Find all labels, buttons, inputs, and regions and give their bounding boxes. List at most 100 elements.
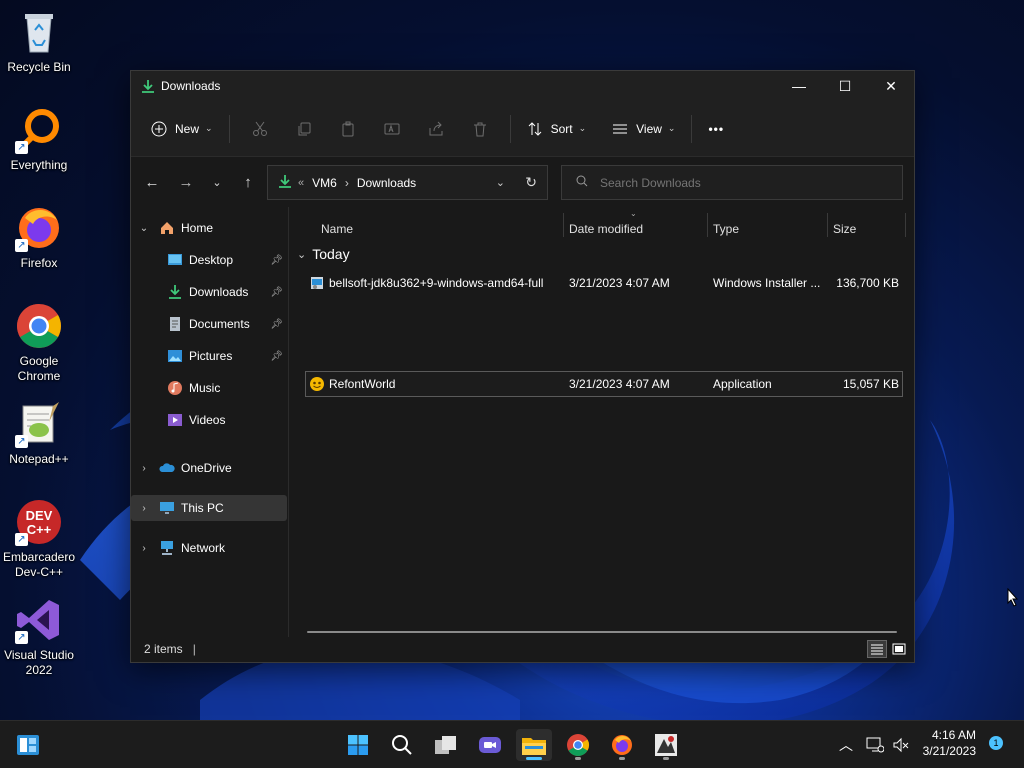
taskbar-file-explorer-button[interactable] bbox=[516, 729, 552, 761]
taskbar-chrome-button[interactable] bbox=[560, 729, 596, 761]
tiles-view-button[interactable] bbox=[889, 640, 909, 658]
sidebar-item-onedrive[interactable]: › OneDrive bbox=[131, 455, 287, 481]
search-box[interactable] bbox=[561, 165, 903, 200]
chevron-right-icon: › bbox=[142, 502, 146, 514]
refresh-icon[interactable]: ↻ bbox=[525, 174, 537, 191]
sidebar-item-desktop[interactable]: Desktop 📌︎ bbox=[131, 247, 287, 273]
rename-button[interactable] bbox=[370, 113, 414, 145]
desktop-icon-visual-studio[interactable]: ↗ Visual Studio 2022 bbox=[0, 596, 78, 678]
navigation-pane: ⌄ Home Desktop 📌︎ Downloads 📌︎ Documents… bbox=[131, 207, 289, 637]
up-arrow-icon: ↑ bbox=[244, 173, 252, 191]
horizontal-scrollbar[interactable] bbox=[307, 631, 897, 633]
sidebar-item-downloads[interactable]: Downloads 📌︎ bbox=[131, 279, 287, 305]
desktop-icon-recycle-bin[interactable]: Recycle Bin bbox=[0, 8, 78, 75]
desktop-icon-notepadpp[interactable]: ↗ Notepad++ bbox=[0, 400, 78, 467]
sidebar-item-label: Videos bbox=[189, 413, 226, 427]
file-name: RefontWorld bbox=[329, 377, 396, 391]
maximize-icon: ☐ bbox=[838, 77, 852, 94]
column-divider[interactable] bbox=[563, 213, 564, 237]
volume-tray-button[interactable] bbox=[888, 729, 914, 761]
sort-button[interactable]: Sort ⌄ bbox=[519, 113, 595, 145]
column-header-date-modified[interactable]: Date modified bbox=[569, 217, 643, 241]
overflow-crumb[interactable]: « bbox=[298, 177, 304, 189]
minimize-button[interactable]: — bbox=[776, 71, 822, 101]
column-header-type[interactable]: Type bbox=[713, 217, 739, 241]
running-indicator bbox=[575, 757, 581, 760]
new-label: New bbox=[175, 121, 200, 136]
clock-date: 3/21/2023 bbox=[922, 744, 976, 758]
notification-badge[interactable]: 1 bbox=[989, 736, 1003, 750]
new-button[interactable]: New ⌄ bbox=[143, 113, 221, 145]
view-button[interactable]: View ⌄ bbox=[604, 113, 683, 145]
desktop-icon-firefox[interactable]: ↗ Firefox bbox=[0, 204, 78, 271]
file-row[interactable]: RefontWorld 3/21/2023 4:07 AM Applicatio… bbox=[305, 371, 903, 397]
command-bar: New ⌄ Sort ⌄ View ⌄ ••• bbox=[131, 101, 914, 157]
recent-locations-button[interactable]: ⌄ bbox=[203, 167, 231, 197]
taskbar-firefox-button[interactable] bbox=[604, 729, 640, 761]
see-more-button[interactable]: ••• bbox=[700, 113, 732, 145]
breadcrumb-vm6[interactable]: VM6 bbox=[312, 176, 337, 190]
firefox-icon: ↗ bbox=[15, 204, 63, 252]
show-hidden-icons-button[interactable]: ︿ bbox=[832, 729, 860, 761]
taskbar-app-button[interactable] bbox=[648, 729, 684, 761]
search-input[interactable] bbox=[600, 175, 880, 190]
downloads-folder-icon bbox=[169, 285, 181, 299]
file-row[interactable]: bellsoft-jdk8u362+9-windows-amd64-full 3… bbox=[305, 270, 903, 296]
column-divider[interactable] bbox=[905, 213, 906, 237]
cut-button[interactable] bbox=[238, 113, 282, 145]
column-divider[interactable] bbox=[827, 213, 828, 237]
column-divider[interactable] bbox=[707, 213, 708, 237]
address-bar[interactable]: « VM6 › Downloads ⌄ ↻ bbox=[267, 165, 548, 200]
delete-icon bbox=[473, 122, 486, 136]
sidebar-item-pictures[interactable]: Pictures 📌︎ bbox=[131, 343, 287, 369]
chevron-up-icon: ︿ bbox=[839, 737, 853, 753]
pane-divider[interactable] bbox=[288, 207, 289, 637]
shortcut-arrow-icon: ↗ bbox=[15, 435, 28, 448]
sidebar-item-label: Network bbox=[181, 541, 226, 555]
desktop-icon-devcpp[interactable]: DEV C++ ↗ Embarcadero Dev-C++ bbox=[0, 498, 78, 580]
toolbar-separator bbox=[509, 114, 511, 143]
pin-icon: 📌︎ bbox=[270, 254, 283, 266]
column-header-name[interactable]: Name bbox=[321, 217, 353, 241]
clock-time: 4:16 AM bbox=[931, 728, 976, 742]
desktop-icon-everything[interactable]: ↗ Everything bbox=[0, 106, 78, 173]
column-header-size[interactable]: Size bbox=[833, 217, 856, 241]
sidebar-item-label: This PC bbox=[181, 501, 224, 515]
details-view-button[interactable] bbox=[867, 640, 887, 658]
copy-button[interactable] bbox=[282, 113, 326, 145]
sidebar-item-label: Pictures bbox=[189, 349, 233, 363]
documents-folder-icon bbox=[170, 317, 180, 331]
up-button[interactable]: ↑ bbox=[231, 167, 265, 197]
sidebar-item-documents[interactable]: Documents 📌︎ bbox=[131, 311, 287, 337]
plus-circle-icon bbox=[151, 121, 167, 136]
delete-button[interactable] bbox=[458, 113, 502, 145]
sidebar-item-this-pc[interactable]: › This PC bbox=[131, 495, 287, 521]
address-dropdown-icon[interactable]: ⌄ bbox=[496, 176, 505, 189]
paste-button[interactable] bbox=[326, 113, 370, 145]
group-header-today[interactable]: ⌄ Today bbox=[297, 246, 350, 262]
chevron-down-icon: ⌄ bbox=[667, 123, 676, 133]
back-button[interactable]: ← bbox=[135, 167, 169, 197]
taskbar-task-view-button[interactable] bbox=[428, 729, 464, 761]
clock[interactable]: 4:16 AM 3/21/2023 bbox=[918, 727, 976, 759]
sidebar-item-home[interactable]: ⌄ Home bbox=[131, 215, 287, 241]
shortcut-arrow-icon: ↗ bbox=[15, 631, 28, 644]
desktop-icon-chrome[interactable]: Google Chrome bbox=[0, 302, 78, 384]
app-icon bbox=[655, 734, 677, 756]
sidebar-item-network[interactable]: › Network bbox=[131, 535, 287, 561]
sort-chevron-icon: ⌄ bbox=[630, 209, 637, 218]
taskbar-widgets-button[interactable] bbox=[10, 729, 46, 761]
shortcut-arrow-icon: ↗ bbox=[15, 141, 28, 154]
breadcrumb-downloads[interactable]: Downloads bbox=[357, 176, 416, 190]
sidebar-item-music[interactable]: Music bbox=[131, 375, 287, 401]
network-tray-button[interactable] bbox=[862, 729, 888, 761]
forward-button[interactable]: → bbox=[169, 167, 203, 197]
taskbar-start-button[interactable] bbox=[340, 729, 376, 761]
taskbar-chat-button[interactable] bbox=[472, 729, 508, 761]
maximize-button[interactable]: ☐ bbox=[822, 71, 868, 101]
sidebar-item-videos[interactable]: Videos bbox=[131, 407, 287, 433]
title-bar[interactable]: Downloads — ☐ ✕ bbox=[131, 71, 914, 101]
close-button[interactable]: ✕ bbox=[868, 71, 914, 101]
taskbar-search-button[interactable] bbox=[384, 729, 420, 761]
share-button[interactable] bbox=[414, 113, 458, 145]
